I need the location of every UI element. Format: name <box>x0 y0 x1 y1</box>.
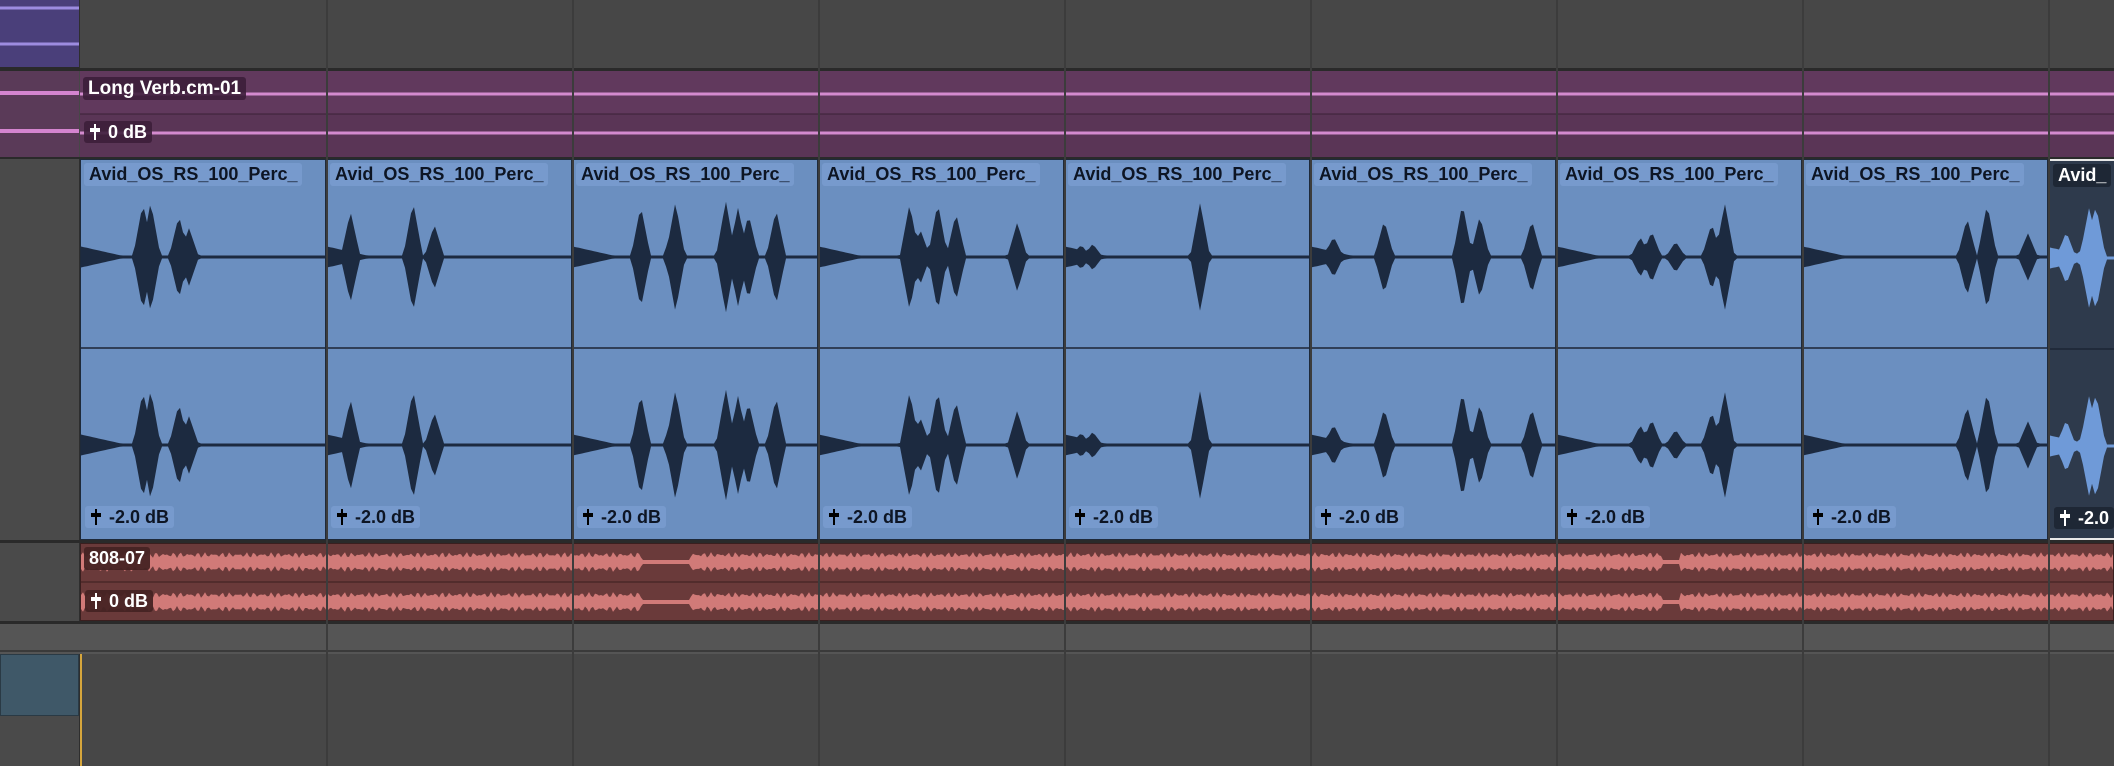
bar-gridline <box>1310 0 1312 766</box>
fader-icon <box>827 507 841 527</box>
bass-track-left-empty <box>0 543 79 621</box>
perc-clip-waveform <box>1065 203 1309 499</box>
perc-clip-name: Avid_OS_RS_100_Perc_ <box>84 163 303 186</box>
aux-gain-value: 0 dB <box>108 122 148 142</box>
aux-left-waveform <box>0 91 79 133</box>
aux-clip-long-verb[interactable]: Long Verb.cm-01 0 dB <box>80 71 2114 157</box>
bar-gridline <box>818 0 820 766</box>
perc-gain-value: -2.0 dB <box>847 507 908 527</box>
bar-gridline <box>1064 0 1066 766</box>
perc-clip-gain[interactable]: -2.0 dB <box>1807 506 1897 528</box>
perc-clip[interactable]: Avid_OS_RS_100_Perc_ -2.0 dB <box>572 159 818 540</box>
fader-icon <box>1565 507 1579 527</box>
perc-clip-waveform <box>81 205 325 497</box>
perc-clip[interactable]: Avid_OS_RS_100_Perc_ -2.0 dB <box>1064 159 1310 540</box>
perc-gain-value: -2.0 dB <box>1093 507 1154 527</box>
fader-icon <box>581 507 595 527</box>
aux-clip-waveform <box>80 71 2114 157</box>
edit-insertion-cursor <box>80 654 82 766</box>
aux-track-left-thumbnail[interactable] <box>0 71 79 157</box>
perc-clip-name: Avid_OS_RS_100_Perc_ <box>1806 163 2025 186</box>
perc-gain-value: -2.0 dB <box>1585 507 1646 527</box>
perc-track-left-empty <box>0 159 79 540</box>
fader-icon <box>1811 507 1825 527</box>
perc-clip-name: Avid_OS_RS_100_Perc_ <box>576 163 795 186</box>
top-track-waveform <box>0 6 79 46</box>
fader-icon <box>88 122 102 142</box>
bass-clip-808[interactable]: 808-07 0 dB <box>80 543 2114 621</box>
perc-clip-waveform <box>1803 209 2047 493</box>
bar-gridline <box>326 0 328 766</box>
bottom-track-color-block[interactable] <box>0 654 79 716</box>
perc-clip-name: Avid_OS_RS_100_Perc_ <box>330 163 549 186</box>
perc-clip-gain[interactable]: -2.0 dB <box>577 506 667 528</box>
perc-gain-value: -2.0 dB <box>1339 507 1400 527</box>
perc-clip-waveform <box>1311 210 1555 492</box>
perc-clip-waveform <box>2050 208 2114 496</box>
perc-clip-name: Avid_OS_RS_100_Perc_ <box>1560 163 1779 186</box>
aux-track-lane: Long Verb.cm-01 0 dB <box>0 71 2114 157</box>
bar-gridline <box>1556 0 1558 766</box>
fader-icon <box>1319 507 1333 527</box>
perc-clip-gain[interactable]: -2.0 dB <box>823 506 913 528</box>
aux-clip-name: Long Verb.cm-01 <box>83 77 247 100</box>
perc-clip-name: Avid_OS_RS_100_Perc_ <box>1068 163 1287 186</box>
lane-separator <box>0 650 2114 652</box>
waveform-channel <box>81 552 2113 572</box>
bass-clip-name: 808-07 <box>84 547 151 570</box>
bass-clip-waveform <box>81 552 2113 612</box>
perc-clip-name: Avid_OS_RS_100_Perc_ <box>822 163 1041 186</box>
bar-gridline <box>2048 0 2050 766</box>
perc-clip-gain[interactable]: -2.0 dB <box>331 506 421 528</box>
perc-clip-waveform <box>819 207 1063 495</box>
perc-gain-value: -2.0 dB <box>1831 507 1892 527</box>
perc-clip[interactable]: Avid_ -2.0 <box>2048 159 2114 540</box>
perc-clip-waveform <box>327 207 571 495</box>
fader-icon <box>89 591 103 611</box>
perc-clip[interactable]: Avid_OS_RS_100_Perc_ -2.0 dB <box>326 159 572 540</box>
perc-gain-value: -2.0 <box>2078 508 2110 528</box>
perc-clip-waveform <box>1557 204 1801 498</box>
perc-clip-gain[interactable]: -2.0 dB <box>1315 506 1405 528</box>
fader-icon <box>89 507 103 527</box>
perc-gain-value: -2.0 dB <box>355 507 416 527</box>
fader-icon <box>1073 507 1087 527</box>
top-track-clip-thumbnail[interactable] <box>0 0 79 68</box>
bar-gridline <box>572 0 574 766</box>
perc-clip-waveform <box>573 201 817 501</box>
perc-clip-gain[interactable]: -2.0 dB <box>1561 506 1651 528</box>
perc-clip-name: Avid_ <box>2053 164 2112 187</box>
bar-gridline <box>1802 0 1804 766</box>
perc-clip[interactable]: Avid_OS_RS_100_Perc_ -2.0 dB <box>1802 159 2048 540</box>
edit-window: Long Verb.cm-01 0 dB Avid_OS_RS_100_Perc… <box>0 0 2114 766</box>
perc-clip[interactable]: Avid_OS_RS_100_Perc_ -2.0 dB <box>1556 159 1802 540</box>
perc-clip-gain[interactable]: -2.0 <box>2054 507 2114 529</box>
waveform-channel <box>81 592 2113 612</box>
perc-clip-gain[interactable]: -2.0 dB <box>1069 506 1159 528</box>
perc-track-lane: Avid_OS_RS_100_Perc_ -2.0 dB Avid_OS_RS_10… <box>0 159 2114 540</box>
perc-clip[interactable]: Avid_OS_RS_100_Perc_ -2.0 dB <box>1310 159 1556 540</box>
bass-clip-gain[interactable]: 0 dB <box>85 590 154 612</box>
perc-clip-gain[interactable]: -2.0 dB <box>85 506 175 528</box>
bass-gain-value: 0 dB <box>109 591 149 611</box>
perc-clip-name: Avid_OS_RS_100_Perc_ <box>1314 163 1533 186</box>
fader-icon <box>2058 508 2072 528</box>
aux-clip-gain[interactable]: 0 dB <box>84 121 153 143</box>
perc-clip[interactable]: Avid_OS_RS_100_Perc_ -2.0 dB <box>80 159 326 540</box>
bass-track-lane: 808-07 0 dB <box>0 543 2114 621</box>
perc-gain-value: -2.0 dB <box>109 507 170 527</box>
fader-icon <box>335 507 349 527</box>
perc-clip[interactable]: Avid_OS_RS_100_Perc_ -2.0 dB <box>818 159 1064 540</box>
perc-gain-value: -2.0 dB <box>601 507 662 527</box>
